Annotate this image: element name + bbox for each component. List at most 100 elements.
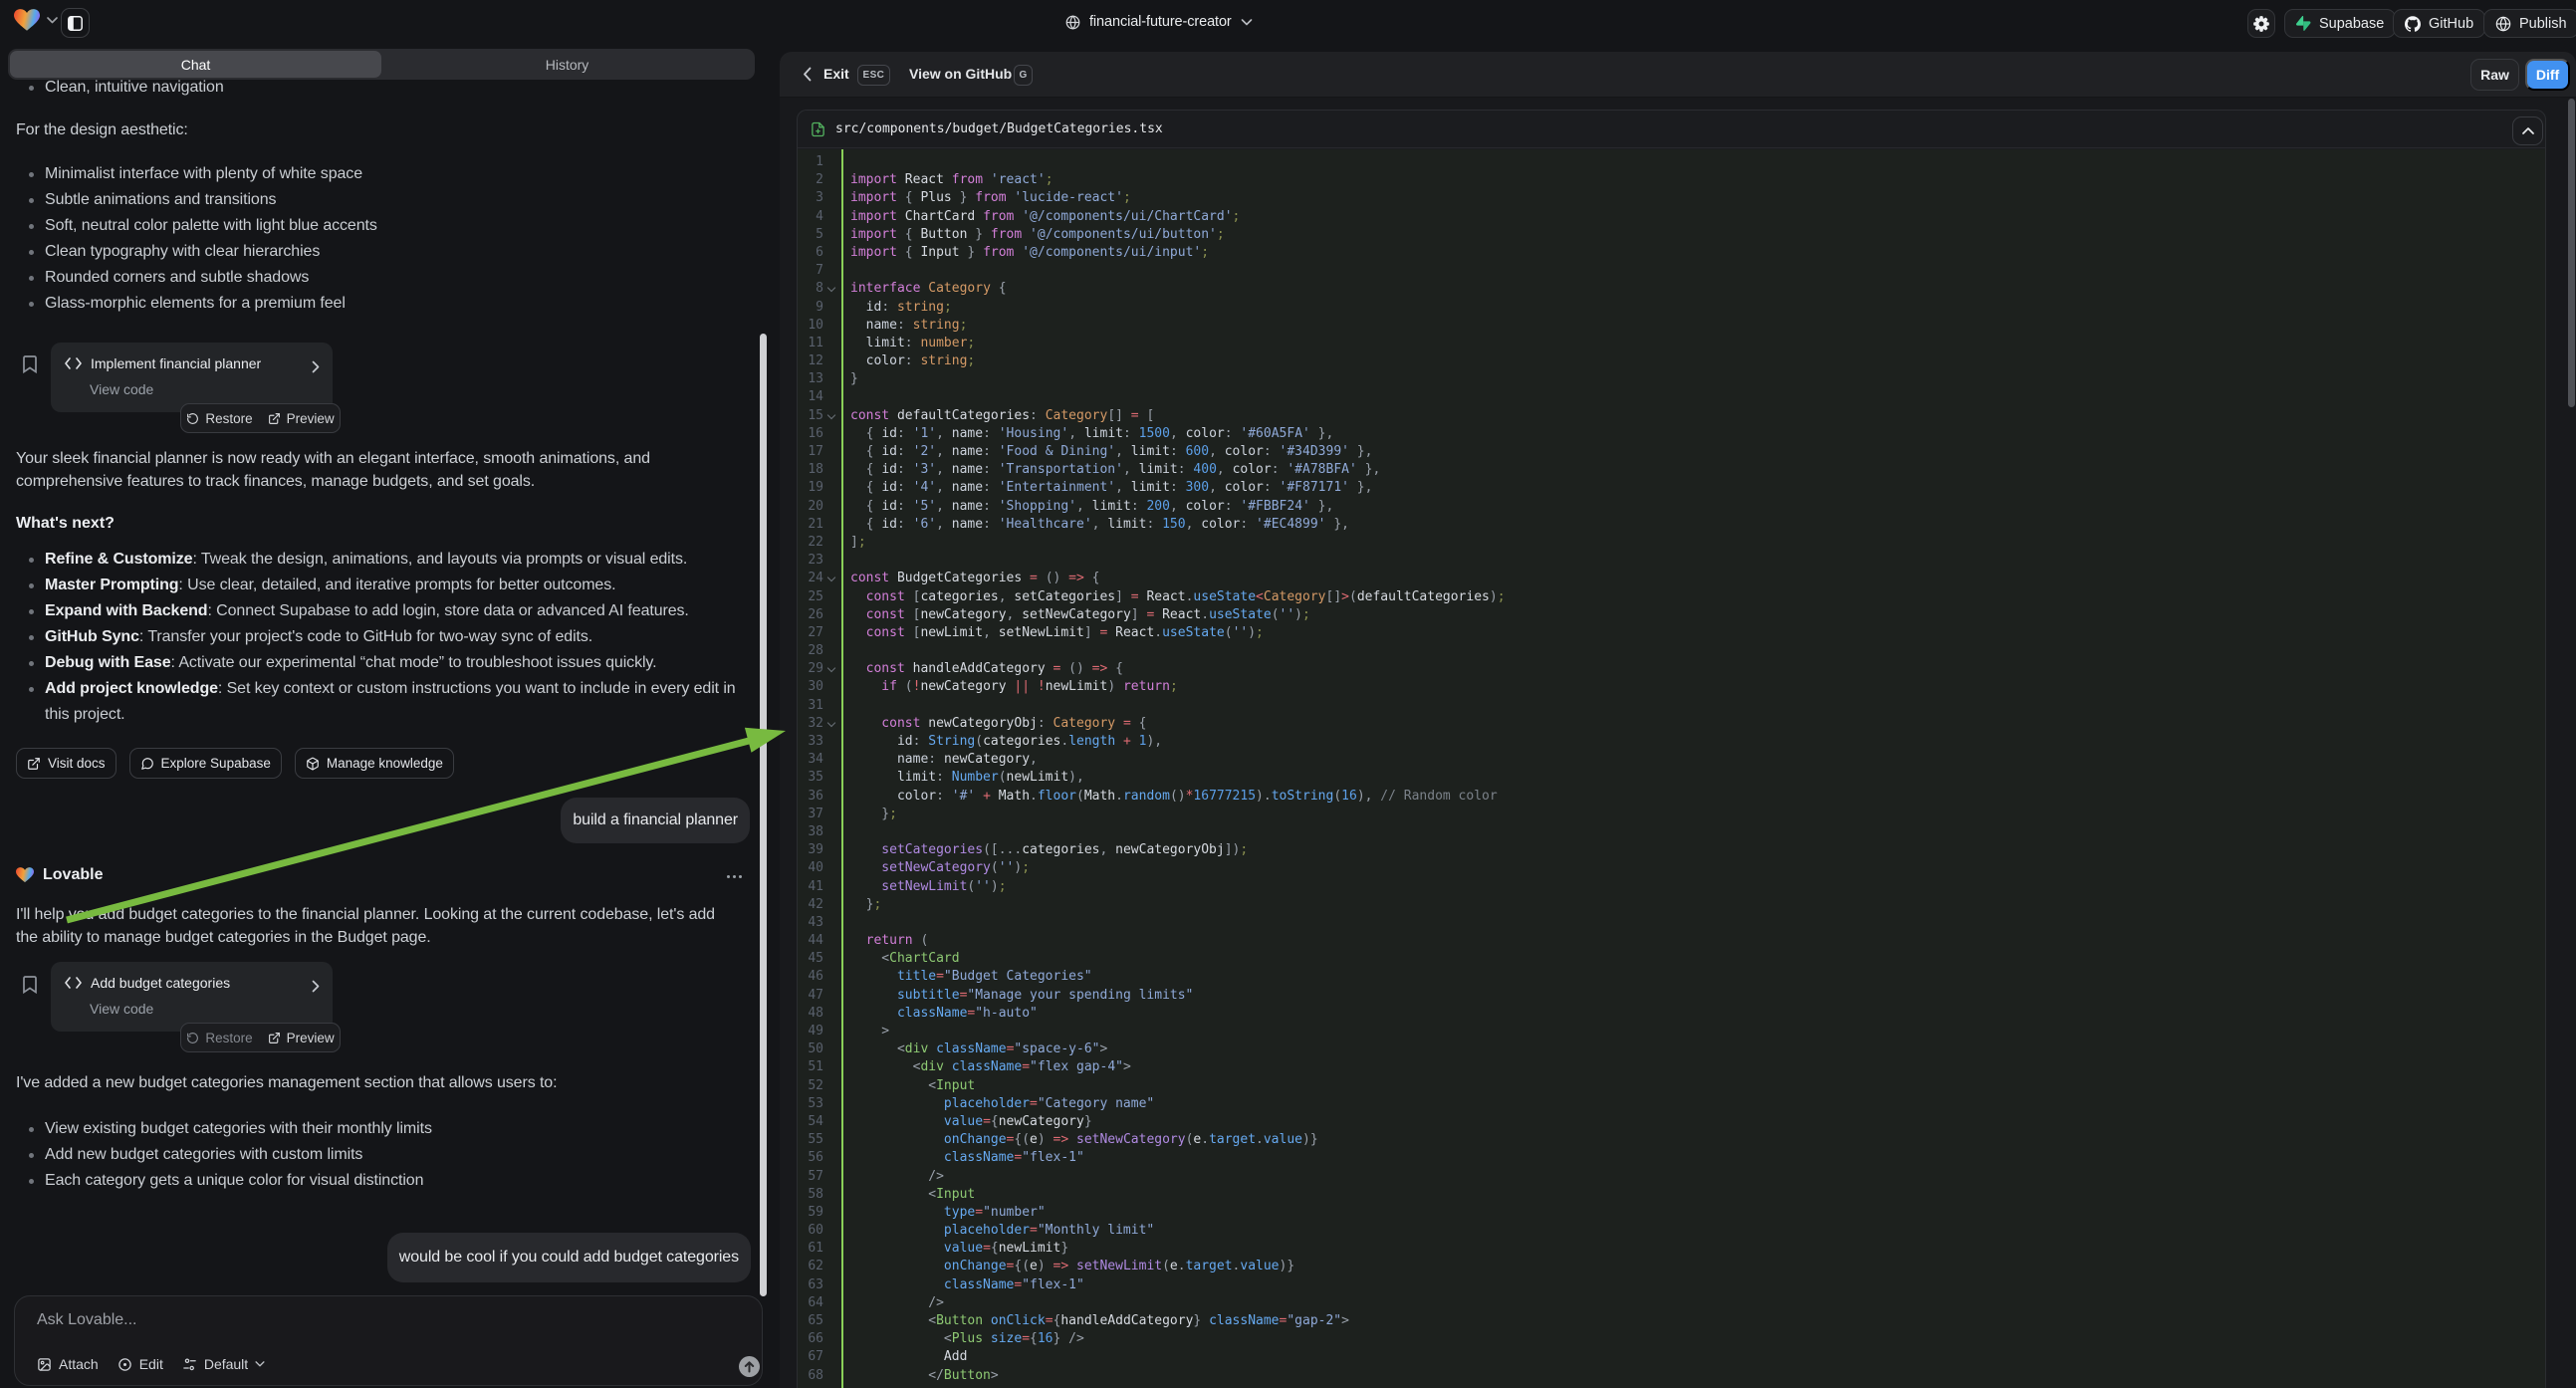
code-scrollbar[interactable] (2568, 99, 2575, 407)
preview-button[interactable]: Preview (268, 1031, 335, 1045)
bullet-dot (29, 172, 34, 177)
github-button[interactable]: GitHub (2393, 9, 2485, 38)
raw-button[interactable]: Raw (2470, 59, 2519, 91)
external-link-icon (27, 757, 41, 771)
intro-bullet-list: Clean, intuitive navigation (16, 75, 755, 101)
chat-scrollbar[interactable] (760, 334, 767, 1296)
bullet-dot (29, 1127, 34, 1132)
file-plus-icon (812, 121, 824, 137)
line-number: 64 (798, 1294, 823, 1312)
code-icon (65, 977, 82, 989)
preview-button[interactable]: Preview (268, 411, 335, 426)
line-number: 24 (798, 570, 823, 587)
send-button[interactable] (739, 1356, 760, 1377)
chat-input[interactable]: Ask Lovable... Attach Edit (14, 1295, 763, 1386)
line-number: 19 (798, 479, 823, 497)
line-number: 2 (798, 171, 823, 189)
logo-chevron-down-icon[interactable] (47, 17, 58, 24)
code-editor[interactable]: 1234567891011121314151617181920212223242… (798, 149, 2545, 1388)
fold-chevron-icon[interactable] (827, 664, 835, 672)
supabase-icon (2296, 16, 2311, 31)
list-item: Each category gets a unique color for vi… (16, 1168, 755, 1194)
bullet-dot (29, 224, 34, 229)
line-number: 48 (798, 1005, 823, 1023)
line-number: 26 (798, 606, 823, 624)
view-code-link[interactable]: View code (90, 381, 153, 397)
restore-button[interactable]: Restore (186, 411, 252, 426)
code-line: </Button> (850, 1367, 1506, 1385)
project-switcher[interactable]: financial-future-creator (1065, 0, 1253, 44)
code-line: }; (850, 806, 1506, 823)
diff-added-bar (841, 149, 843, 1388)
code-line: id: string; (850, 299, 1506, 317)
bullet-dot (29, 86, 34, 91)
fold-chevron-icon[interactable] (827, 719, 835, 727)
version-card-add-budget-categories[interactable]: Add budget categories View code (51, 962, 333, 1032)
sidebar-toggle-button[interactable] (61, 8, 90, 38)
tab-chat[interactable]: Chat (10, 51, 381, 78)
line-number: 12 (798, 352, 823, 370)
visit-docs-button[interactable]: Visit docs (16, 748, 117, 779)
code-line: <Input (850, 1077, 1506, 1095)
publish-button[interactable]: Publish (2483, 9, 2576, 38)
fold-chevron-icon[interactable] (827, 284, 835, 292)
code-lines: import React from 'react';import { Plus … (850, 153, 1506, 1385)
line-number: 51 (798, 1058, 823, 1076)
code-line: onChange={(e) => setNewCategory(e.target… (850, 1131, 1506, 1149)
code-line: /> (850, 1294, 1506, 1312)
line-number: 27 (798, 624, 823, 642)
line-number: 39 (798, 841, 823, 859)
code-line: { id: '5', name: 'Shopping', limit: 200,… (850, 498, 1506, 516)
line-number: 7 (798, 262, 823, 280)
gear-icon (2251, 14, 2271, 34)
code-line (850, 642, 1506, 660)
line-number: 34 (798, 751, 823, 769)
mode-select[interactable]: Default (182, 1356, 265, 1372)
code-line (850, 914, 1506, 932)
collapse-file-button[interactable] (2512, 116, 2543, 145)
code-line (850, 262, 1506, 280)
chevron-left-icon[interactable] (803, 67, 812, 82)
exit-button[interactable]: Exit (823, 66, 849, 82)
fold-chevron-icon[interactable] (827, 574, 835, 581)
view-code-link[interactable]: View code (90, 1001, 153, 1017)
restore-button[interactable]: Restore (186, 1031, 252, 1045)
manage-knowledge-button[interactable]: Manage knowledge (295, 748, 454, 779)
project-name: financial-future-creator (1089, 14, 1232, 30)
line-number: 23 (798, 552, 823, 570)
lovable-logo-icon[interactable] (14, 9, 40, 32)
code-toolbar: Exit ESC View on GitHub G Raw Diff (780, 52, 2576, 98)
edit-button[interactable]: Edit (117, 1356, 163, 1372)
line-number: 6 (798, 244, 823, 262)
settings-button[interactable] (2247, 9, 2275, 38)
code-line: <div className="space-y-6"> (850, 1041, 1506, 1058)
line-number: 49 (798, 1023, 823, 1041)
attach-button[interactable]: Attach (37, 1356, 99, 1372)
message-menu-button[interactable] (727, 875, 742, 878)
explore-supabase-button[interactable]: Explore Supabase (129, 748, 282, 779)
code-line: const [newCategory, setNewCategory] = Re… (850, 606, 1506, 624)
line-number: 46 (798, 968, 823, 986)
bullet-dot (29, 198, 34, 203)
tab-history[interactable]: History (381, 51, 753, 78)
line-number: 31 (798, 697, 823, 715)
publish-globe-icon (2495, 16, 2511, 32)
version-card-implement-financial-planner[interactable]: Implement financial planner View code (51, 343, 333, 412)
line-number: 58 (798, 1186, 823, 1204)
version-title: Add budget categories (91, 975, 230, 991)
supabase-button[interactable]: Supabase (2284, 9, 2396, 38)
line-number: 4 (798, 208, 823, 226)
list-item: View existing budget categories with the… (16, 1116, 755, 1142)
view-on-github-button[interactable]: View on GitHub (909, 66, 1012, 82)
line-number: 36 (798, 788, 823, 806)
bookmark-icon[interactable] (22, 355, 38, 373)
user-message: would be cool if you could add budget ca… (387, 1233, 751, 1282)
fold-chevron-icon[interactable] (827, 410, 835, 418)
bookmark-icon[interactable] (22, 976, 38, 994)
list-item: Add new budget categories with custom li… (16, 1142, 755, 1168)
diff-button[interactable]: Diff (2525, 59, 2570, 91)
line-number: 10 (798, 317, 823, 335)
next-steps-bullet-list: Refine & Customize: Tweak the design, an… (16, 547, 755, 728)
code-line: className="h-auto" (850, 1005, 1506, 1023)
code-line: <Input (850, 1186, 1506, 1204)
